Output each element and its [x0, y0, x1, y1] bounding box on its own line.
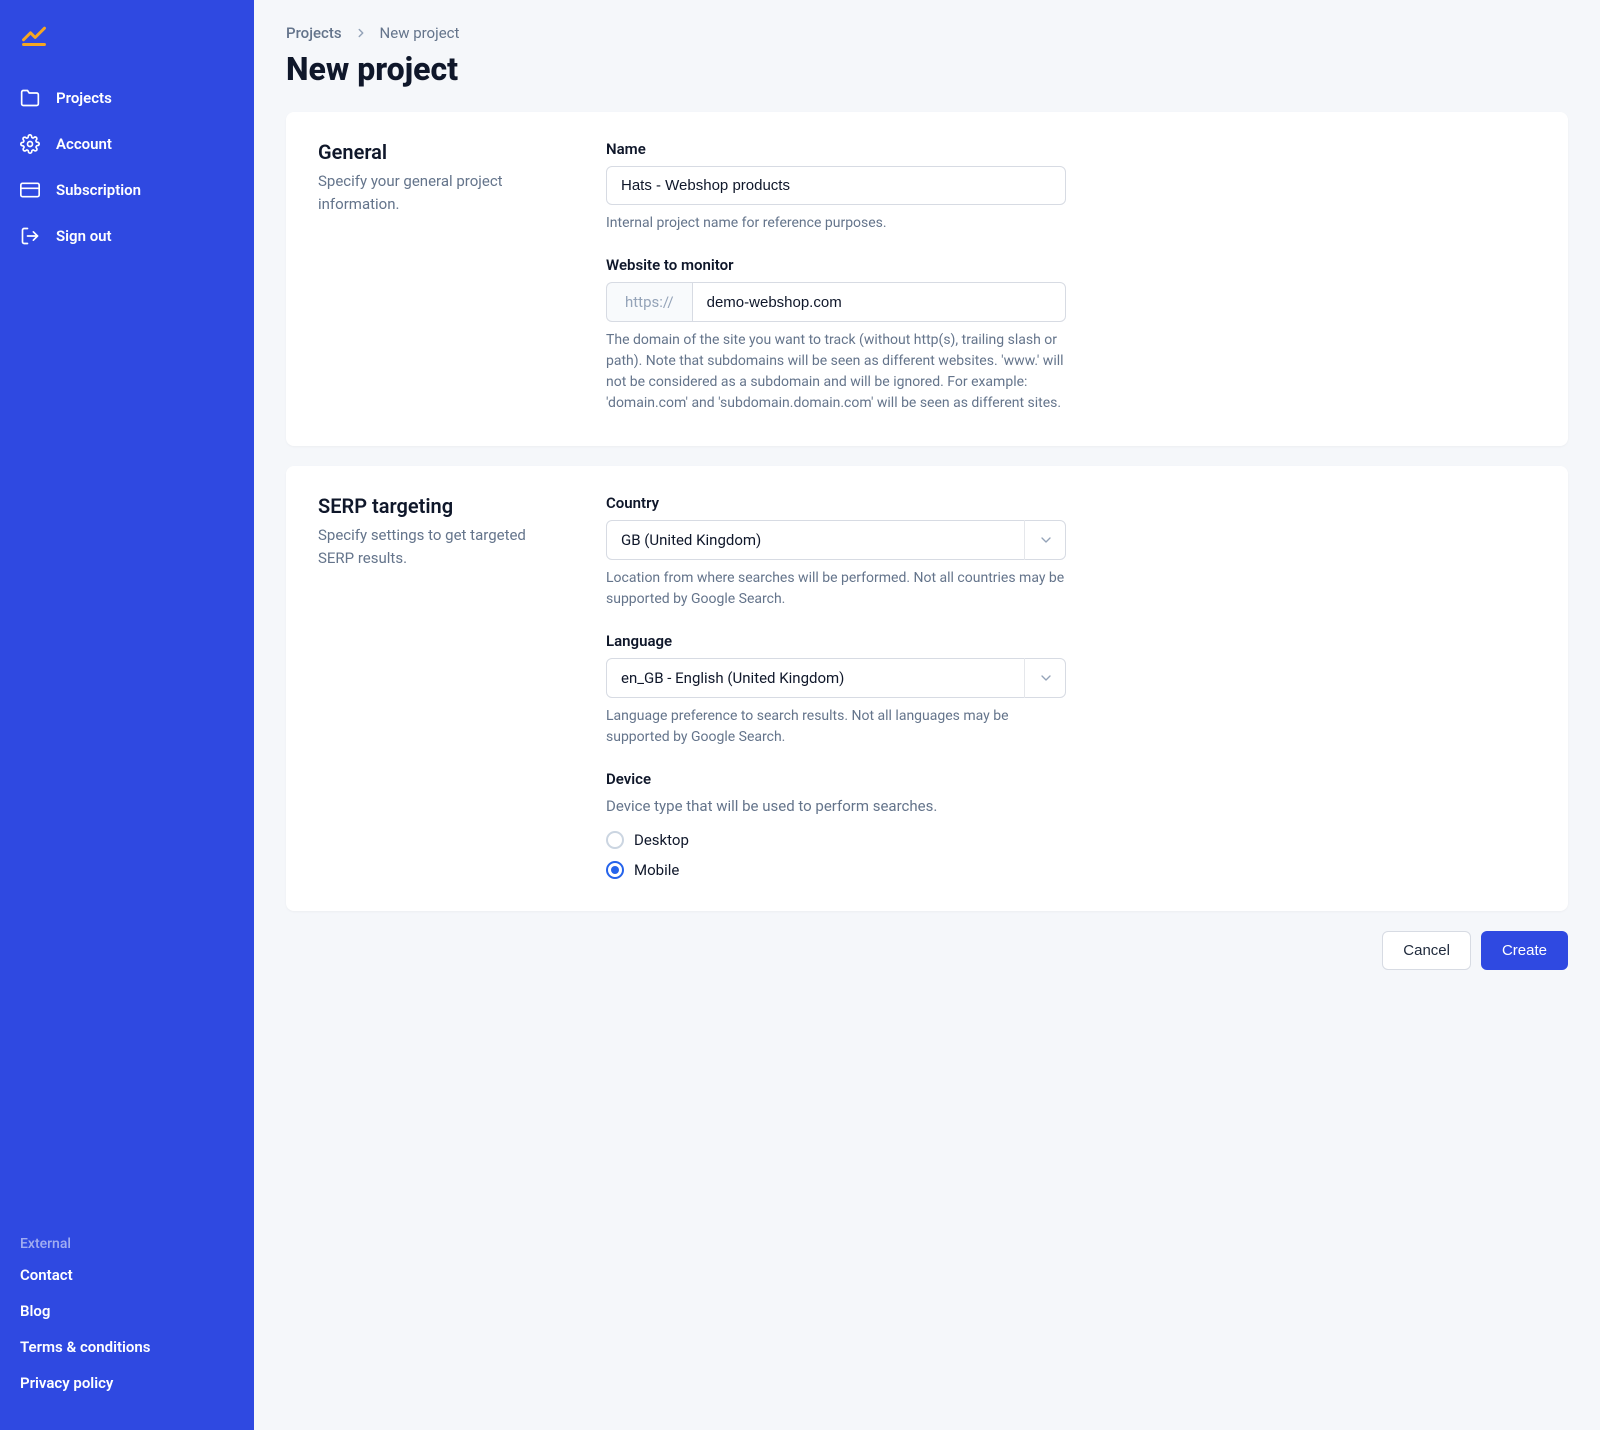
website-label: Website to monitor	[606, 256, 1066, 274]
website-helper: The domain of the site you want to track…	[606, 330, 1066, 414]
general-card: General Specify your general project inf…	[286, 112, 1568, 446]
language-helper: Language preference to search results. N…	[606, 706, 1066, 748]
breadcrumb-root[interactable]: Projects	[286, 24, 342, 42]
external-link-contact[interactable]: Contact	[20, 1266, 234, 1284]
device-radio-mobile[interactable]: Mobile	[606, 861, 1066, 879]
general-title: General	[318, 140, 558, 164]
country-helper: Location from where searches will be per…	[606, 568, 1066, 610]
radio-label: Mobile	[634, 861, 679, 879]
external-link-privacy[interactable]: Privacy policy	[20, 1374, 234, 1392]
breadcrumb: Projects New project	[286, 24, 1568, 42]
language-label: Language	[606, 632, 1066, 650]
logout-icon	[20, 226, 40, 246]
sidebar-item-label: Sign out	[56, 227, 112, 245]
cancel-button[interactable]: Cancel	[1382, 931, 1471, 970]
form-actions: Cancel Create	[286, 931, 1568, 970]
country-label: Country	[606, 494, 1066, 512]
serp-title: SERP targeting	[318, 494, 558, 518]
sidebar-item-projects[interactable]: Projects	[20, 80, 234, 116]
sidebar-item-label: Account	[56, 135, 112, 153]
breadcrumb-current: New project	[380, 24, 460, 42]
device-radio-desktop[interactable]: Desktop	[606, 831, 1066, 849]
chevron-right-icon	[354, 26, 368, 40]
serp-card: SERP targeting Specify settings to get t…	[286, 466, 1568, 911]
external-link-terms[interactable]: Terms & conditions	[20, 1338, 234, 1356]
device-label: Device	[606, 770, 1066, 788]
radio-icon	[606, 861, 624, 879]
create-button[interactable]: Create	[1481, 931, 1568, 970]
radio-label: Desktop	[634, 831, 689, 849]
name-label: Name	[606, 140, 1066, 158]
website-prefix: https://	[606, 282, 692, 322]
general-desc: Specify your general project information…	[318, 170, 558, 215]
credit-card-icon	[20, 180, 40, 200]
name-helper: Internal project name for reference purp…	[606, 213, 1066, 234]
sidebar-item-label: Subscription	[56, 181, 141, 199]
sidebar-item-label: Projects	[56, 89, 112, 107]
external-heading: External	[20, 1236, 234, 1252]
sidebar-item-subscription[interactable]: Subscription	[20, 172, 234, 208]
country-select[interactable]: GB (United Kingdom)	[606, 520, 1066, 560]
device-sublabel: Device type that will be used to perform…	[606, 796, 1066, 817]
name-input[interactable]	[606, 166, 1066, 205]
device-radio-group: Desktop Mobile	[606, 831, 1066, 879]
sidebar-external: External Contact Blog Terms & conditions…	[20, 1236, 234, 1410]
sidebar-item-account[interactable]: Account	[20, 126, 234, 162]
folder-icon	[20, 88, 40, 108]
sidebar-nav: Projects Account Subscription Sign out	[20, 80, 234, 1236]
language-select[interactable]: en_GB - English (United Kingdom)	[606, 658, 1066, 698]
main-content: Projects New project New project General…	[254, 0, 1600, 1430]
app-logo	[20, 20, 234, 52]
radio-icon	[606, 831, 624, 849]
sidebar-item-signout[interactable]: Sign out	[20, 218, 234, 254]
website-input[interactable]	[692, 282, 1066, 322]
page-title: New project	[286, 50, 1568, 88]
serp-desc: Specify settings to get targeted SERP re…	[318, 524, 558, 569]
external-link-blog[interactable]: Blog	[20, 1302, 234, 1320]
gear-icon	[20, 134, 40, 154]
sidebar: Projects Account Subscription Sign out E…	[0, 0, 254, 1430]
